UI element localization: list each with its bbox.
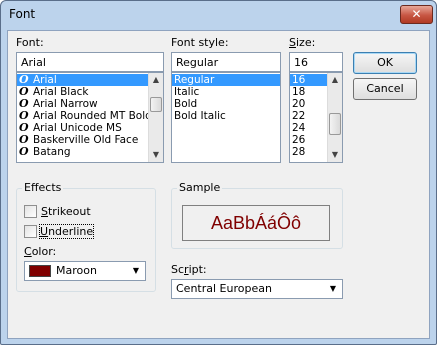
chevron-down-icon[interactable]: ▼ — [326, 280, 340, 298]
cancel-button[interactable]: Cancel — [353, 78, 417, 100]
dialog-body: Font: Arial O Arial O Arial Black O Arial Nar… — [7, 30, 430, 339]
list-item[interactable]: O Arial Rounded MT Bold — [17, 110, 163, 122]
font-list-scrollbar[interactable]: ▲ ▼ — [148, 73, 163, 162]
list-item-label: Bold Italic — [174, 110, 226, 122]
list-item[interactable]: Italic — [172, 86, 280, 98]
color-select[interactable]: Maroon ▼ — [24, 261, 146, 281]
list-item-label: 22 — [292, 110, 306, 122]
list-item[interactable]: O Arial Unicode MS — [17, 122, 163, 134]
list-item-label: 20 — [292, 98, 306, 110]
font-style-input[interactable]: Regular — [171, 52, 281, 72]
size-list-scrollbar[interactable]: ▲ ▼ — [327, 73, 342, 162]
sample-title: Sample — [177, 181, 223, 194]
font-dialog: Font ✕ Font: Arial O Arial O Arial Black O Ar… — [0, 0, 437, 345]
list-item[interactable]: O Arial — [17, 74, 163, 86]
scroll-up-icon[interactable]: ▲ — [328, 73, 342, 87]
list-item[interactable]: O Batang — [17, 146, 163, 158]
list-item[interactable]: O Arial Black — [17, 86, 163, 98]
list-item-label: Arial Narrow — [33, 98, 98, 110]
list-item-label: Arial — [33, 74, 57, 86]
list-item-label: Arial Black — [33, 86, 89, 98]
scroll-up-icon[interactable]: ▲ — [149, 73, 163, 87]
font-style-list[interactable]: Regular Italic Bold Bold Italic — [171, 72, 281, 163]
scroll-thumb[interactable] — [329, 113, 341, 135]
list-item-label: Arial Rounded MT Bold — [33, 110, 152, 122]
scroll-down-icon[interactable]: ▼ — [328, 148, 342, 162]
window-title: Font — [9, 7, 36, 21]
list-item-label: 26 — [292, 134, 306, 146]
font-list[interactable]: O Arial O Arial Black O Arial Narrow O Arial Ro… — [16, 72, 164, 163]
close-icon: ✕ — [411, 7, 422, 21]
strikeout-label: Strikeout — [41, 205, 91, 218]
list-item[interactable]: O Baskerville Old Face — [17, 134, 163, 146]
list-item-label: 18 — [292, 86, 306, 98]
list-item[interactable]: Regular — [172, 74, 280, 86]
color-value: Maroon — [56, 264, 97, 277]
font-label: Font: — [16, 36, 44, 49]
list-item-label: Regular — [174, 74, 215, 86]
title-bar[interactable]: Font ✕ — [1, 1, 436, 29]
close-button[interactable]: ✕ — [400, 5, 433, 24]
font-type-icon: O — [19, 134, 29, 146]
sample-text: AaBbÁáÔô — [210, 213, 302, 233]
list-item-label: 16 — [292, 74, 306, 86]
script-label: Script: — [171, 263, 207, 276]
list-item-label: 28 — [292, 146, 306, 158]
list-item-label: Italic — [174, 86, 200, 98]
font-type-icon: O — [19, 110, 29, 122]
color-label: Color: — [24, 245, 57, 258]
list-item[interactable]: Bold Italic — [172, 110, 280, 122]
ok-button[interactable]: OK — [353, 52, 417, 74]
script-select[interactable]: Central European ▼ — [171, 279, 343, 299]
list-item[interactable]: O Arial Narrow — [17, 98, 163, 110]
script-value: Central European — [176, 282, 272, 295]
size-list[interactable]: 16 18 20 22 24 26 28 ▲ ▼ — [289, 72, 343, 163]
font-name-input[interactable]: Arial — [16, 52, 164, 72]
font-type-icon: O — [19, 98, 29, 110]
effects-title: Effects — [22, 181, 64, 194]
size-label: Size: — [289, 36, 316, 49]
size-input[interactable]: 16 — [289, 52, 343, 72]
scroll-thumb[interactable] — [150, 97, 162, 112]
list-item-label: 24 — [292, 122, 306, 134]
font-type-icon: O — [19, 146, 29, 158]
chevron-down-icon[interactable]: ▼ — [129, 262, 143, 280]
sample-preview: AaBbÁáÔô — [182, 205, 330, 241]
list-item-label: Baskerville Old Face — [33, 134, 139, 146]
font-type-icon: O — [19, 74, 29, 86]
list-item-label: Batang — [33, 146, 71, 158]
strikeout-checkbox[interactable] — [24, 205, 37, 218]
font-type-icon: O — [19, 86, 29, 98]
list-item-label: Arial Unicode MS — [33, 122, 122, 134]
list-item[interactable]: Bold — [172, 98, 280, 110]
font-type-icon: O — [19, 122, 29, 134]
font-style-label: Font style: — [171, 36, 229, 49]
list-item-label: Bold — [174, 98, 198, 110]
color-swatch — [29, 265, 51, 277]
underline-checkbox[interactable] — [24, 225, 37, 238]
scroll-down-icon[interactable]: ▼ — [149, 148, 163, 162]
underline-label: Underline — [38, 224, 95, 239]
